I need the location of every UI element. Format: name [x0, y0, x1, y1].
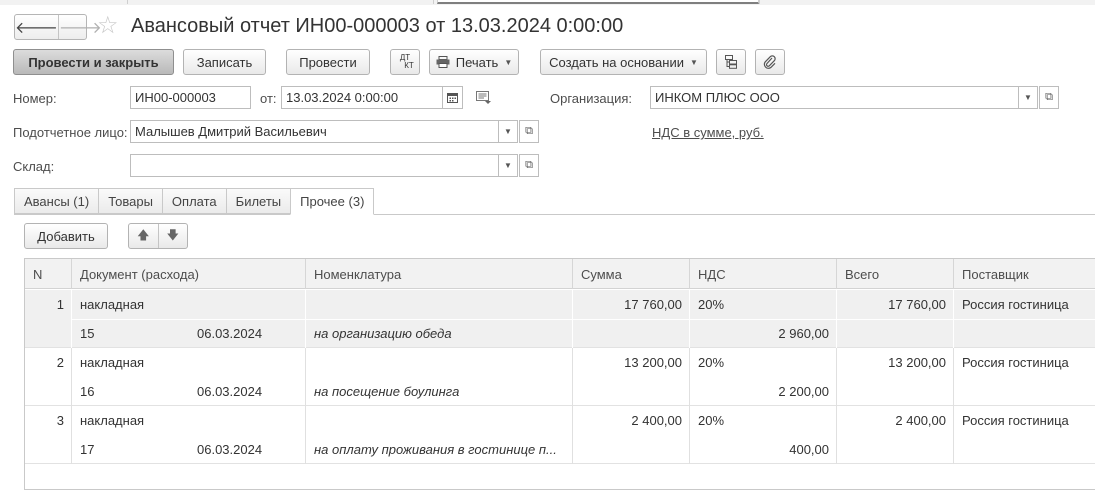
vat-rate: 20% — [698, 297, 725, 312]
organization-label: Организация: — [550, 91, 633, 106]
date-field[interactable]: 13.03.2024 0:00:00 — [281, 86, 443, 109]
move-down-icon[interactable]: 🡇 — [159, 224, 188, 248]
number-label: Номер: — [13, 91, 57, 106]
supplier: Россия гостиница — [962, 297, 1069, 312]
calendar-icon — [447, 93, 458, 103]
navigation-buttons: 🡐 🡒 — [14, 14, 102, 40]
document-type: накладная — [80, 413, 145, 428]
warehouse-dropdown-icon[interactable]: ▼ — [499, 154, 518, 177]
table-row[interactable]: 1 накладная 15 06.03.2024 на организацию… — [25, 290, 1095, 348]
tab-other[interactable]: Прочее (3) — [290, 188, 375, 215]
attachment-button[interactable] — [755, 49, 785, 75]
document-number: 15 — [80, 326, 95, 341]
document-date: 06.03.2024 — [197, 384, 263, 399]
document-structure-icon — [725, 55, 737, 69]
document-type: накладная — [80, 297, 145, 312]
column-header-document[interactable]: Документ (расхода) — [72, 259, 306, 289]
window-tab-active[interactable] — [437, 0, 759, 4]
dt-kt-button[interactable]: ДТ КТ — [390, 49, 420, 75]
create-based-on-button[interactable]: Создать на основании ▼ — [540, 49, 707, 75]
nomenclature: на организацию обеда — [314, 326, 452, 341]
column-header-n[interactable]: N — [25, 259, 72, 289]
column-header-sum[interactable]: Сумма — [573, 259, 690, 289]
forward-arrow-icon[interactable]: 🡒 — [59, 15, 102, 39]
window-tab[interactable] — [128, 0, 434, 4]
print-label: Печать — [455, 54, 499, 70]
vat-in-sum-link[interactable]: НДС в сумме, руб. — [652, 125, 764, 140]
document-number: 16 — [80, 384, 95, 399]
window-tab-strip — [0, 0, 1095, 5]
warehouse-label: Склад: — [13, 159, 55, 174]
history-icon[interactable] — [476, 91, 492, 107]
sum: 13 200,00 — [624, 355, 682, 370]
total: 17 760,00 — [888, 297, 946, 312]
total: 13 200,00 — [888, 355, 946, 370]
window-tab[interactable] — [0, 0, 128, 4]
vat-rate: 20% — [698, 355, 725, 370]
favorite-star-icon[interactable]: ☆ — [97, 12, 119, 40]
document-tabs: Авансы (1) Товары Оплата Билеты Прочее (… — [14, 188, 375, 215]
accountable-person-field[interactable]: Малышев Дмитрий Васильевич — [130, 120, 499, 143]
document-type: накладная — [80, 355, 145, 370]
chevron-down-icon: ▼ — [689, 57, 698, 67]
date-label: от: — [260, 91, 277, 106]
table-row[interactable]: 2 накладная 16 06.03.2024 на посещение б… — [25, 348, 1095, 406]
tab-tickets[interactable]: Билеты — [225, 188, 291, 214]
table-row[interactable]: 3 накладная 17 06.03.2024 на оплату прож… — [25, 406, 1095, 464]
column-header-total[interactable]: Всего — [837, 259, 954, 289]
other-expenses-table: N Документ (расхода) Номенклатура Сумма … — [24, 258, 1095, 490]
sum: 17 760,00 — [624, 297, 682, 312]
create-based-on-label: Создать на основании — [549, 54, 684, 70]
total: 2 400,00 — [895, 413, 946, 428]
warehouse-field[interactable] — [130, 154, 499, 177]
sum: 2 400,00 — [631, 413, 682, 428]
row-number: 3 — [56, 413, 64, 428]
kt-label: КТ — [404, 61, 414, 70]
column-header-vat[interactable]: НДС — [690, 259, 837, 289]
organization-open-icon[interactable]: ⧉ — [1039, 86, 1059, 109]
chevron-down-icon: ▼ — [504, 57, 513, 67]
accountable-person-open-icon[interactable]: ⧉ — [519, 120, 539, 143]
printer-icon — [436, 56, 450, 68]
accountable-person-dropdown-icon[interactable]: ▼ — [499, 120, 518, 143]
nomenclature: на оплату проживания в гостинице п... — [314, 442, 557, 457]
supplier: Россия гостиница — [962, 355, 1069, 370]
document-number: 17 — [80, 442, 95, 457]
warehouse-open-icon[interactable]: ⧉ — [519, 154, 539, 177]
structure-button[interactable] — [716, 49, 746, 75]
table-header: N Документ (расхода) Номенклатура Сумма … — [25, 259, 1095, 289]
vat-rate: 20% — [698, 413, 725, 428]
supplier: Россия гостиница — [962, 413, 1069, 428]
tab-advances[interactable]: Авансы (1) — [14, 188, 99, 214]
paperclip-icon — [763, 55, 776, 69]
post-and-close-button[interactable]: Провести и закрыть — [13, 49, 174, 75]
calendar-button[interactable] — [443, 86, 463, 109]
page-title: Авансовый отчет ИН00-000003 от 13.03.202… — [131, 15, 624, 37]
nomenclature: на посещение боулинга — [314, 384, 460, 399]
move-row-buttons: 🡅 🡇 — [128, 223, 188, 249]
save-button[interactable]: Записать — [183, 49, 266, 75]
post-button[interactable]: Провести — [286, 49, 370, 75]
number-field[interactable]: ИН00-000003 — [130, 86, 251, 109]
move-up-icon[interactable]: 🡅 — [129, 224, 159, 248]
document-date: 06.03.2024 — [197, 442, 263, 457]
tab-goods[interactable]: Товары — [98, 188, 162, 214]
add-row-button[interactable]: Добавить — [24, 223, 108, 249]
organization-dropdown-icon[interactable]: ▼ — [1019, 86, 1038, 109]
document-date: 06.03.2024 — [197, 326, 263, 341]
vat-sum: 400,00 — [789, 442, 829, 457]
organization-field[interactable]: ИНКОМ ПЛЮС ООО — [650, 86, 1019, 109]
column-header-nomenclature[interactable]: Номенклатура — [306, 259, 573, 289]
column-header-supplier[interactable]: Поставщик — [954, 259, 1095, 289]
window-tab[interactable] — [759, 0, 1095, 4]
vat-sum: 2 200,00 — [778, 384, 829, 399]
row-number: 1 — [56, 297, 64, 312]
row-number: 2 — [56, 355, 64, 370]
tab-payment[interactable]: Оплата — [161, 188, 226, 214]
accountable-person-label: Подотчетное лицо: — [13, 125, 128, 140]
print-button[interactable]: Печать ▼ — [429, 49, 519, 75]
vat-sum: 2 960,00 — [778, 326, 829, 341]
back-arrow-icon[interactable]: 🡐 — [15, 15, 59, 39]
